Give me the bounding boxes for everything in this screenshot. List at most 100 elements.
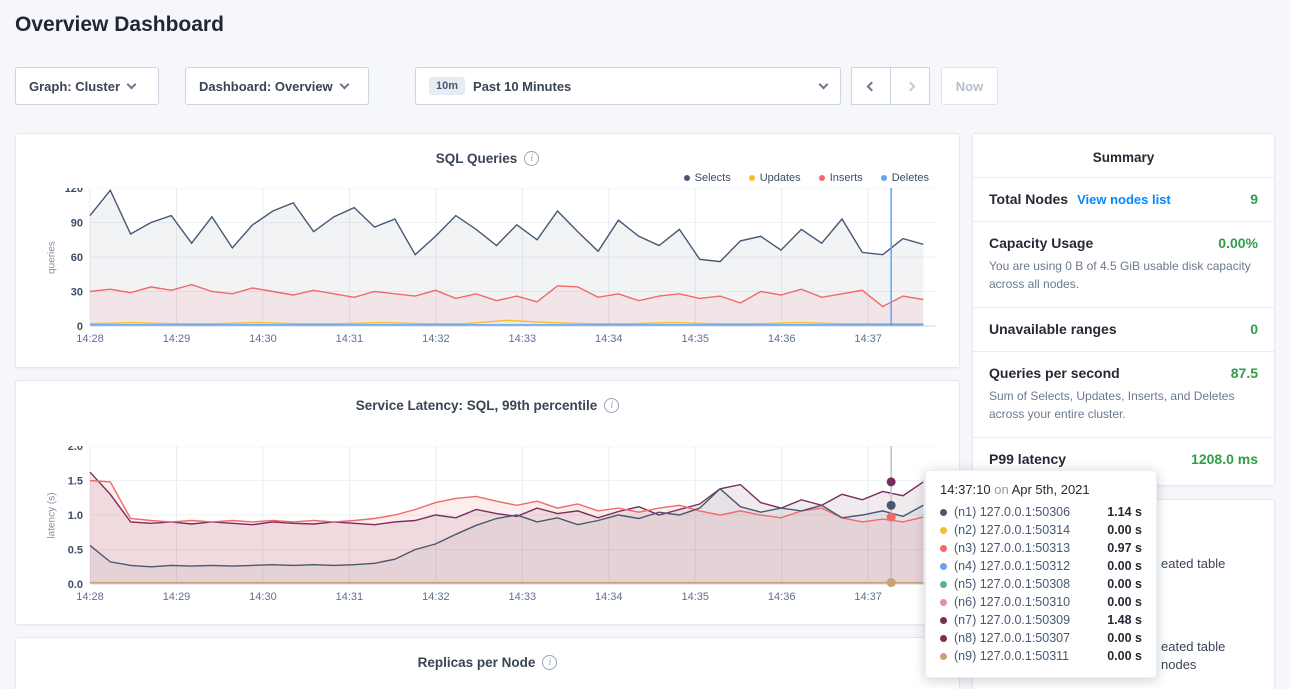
svg-text:14:35: 14:35 [681,591,709,603]
summary-item: Unavailable ranges 0 [973,307,1274,351]
svg-text:14:29: 14:29 [163,333,191,345]
view-nodes-list-link[interactable]: View nodes list [1077,192,1171,207]
node-latency-value: 0.00 s [1107,559,1142,573]
node-address: (n1) 127.0.0.1:50306 [954,505,1070,519]
service-latency-chart[interactable]: 0.00.51.01.52.014:2814:2914:3014:3114:32… [46,446,959,613]
svg-text:60: 60 [71,252,83,264]
controls-bar: Graph: Cluster Dashboard: Overview 10m P… [0,67,1290,107]
svg-text:14:32: 14:32 [422,591,450,603]
node-color-dot-icon [940,617,947,624]
info-icon[interactable]: i [524,151,539,166]
event-item[interactable]: eated table [1161,556,1225,571]
summary-item-label: Queries per second [989,365,1120,381]
legend-label: Deletes [892,172,929,184]
graph-dropdown-label: Graph: Cluster [29,79,120,94]
summary-item-label: Total Nodes [989,191,1068,207]
time-nav-group [851,67,930,105]
svg-text:2.0: 2.0 [68,446,83,453]
info-icon[interactable]: i [542,655,557,670]
svg-text:0: 0 [77,321,83,333]
event-item[interactable]: eated table [1161,639,1225,654]
svg-text:14:33: 14:33 [509,333,537,345]
summary-item-label: Unavailable ranges [989,321,1117,337]
svg-text:14:33: 14:33 [509,591,537,603]
svg-text:14:37: 14:37 [854,333,882,345]
node-color-dot-icon [940,563,947,570]
svg-text:14:30: 14:30 [249,591,277,603]
tooltip-row: (n9) 127.0.0.1:50311 0.00 s [940,647,1142,665]
legend-item[interactable]: Selects [684,172,731,184]
svg-text:14:28: 14:28 [76,591,104,603]
dashboard-dropdown-label: Dashboard: Overview [199,79,333,94]
node-color-dot-icon [940,653,947,660]
node-latency-value: 0.00 s [1107,631,1142,645]
tooltip-row: (n3) 127.0.0.1:50313 0.97 s [940,539,1142,557]
tooltip-row: (n4) 127.0.0.1:50312 0.00 s [940,557,1142,575]
time-range-dropdown[interactable]: 10m Past 10 Minutes [415,67,841,105]
summary-item-value: 1208.0 ms [1191,451,1258,467]
svg-text:30: 30 [71,287,83,299]
summary-item: Total Nodes View nodes list 9 [973,177,1274,221]
sql-queries-title: SQL Queries [436,151,518,166]
summary-item-label: Capacity Usage [989,235,1093,251]
sql-queries-legend: Selects Updates Inserts Deletes [16,168,929,188]
summary-item-value: 87.5 [1231,365,1258,381]
summary-list: Total Nodes View nodes list 9 Capacity U… [973,177,1274,481]
tooltip-timestamp: 14:37:10 on Apr 5th, 2021 [940,482,1142,497]
sql-queries-chart[interactable]: 030609012014:2814:2914:3014:3114:3214:33… [46,188,959,355]
node-latency-value: 0.00 s [1107,577,1142,591]
tooltip-row: (n2) 127.0.0.1:50314 0.00 s [940,521,1142,539]
legend-item[interactable]: Deletes [881,172,929,184]
node-latency-value: 1.48 s [1107,613,1142,627]
svg-text:14:30: 14:30 [249,333,277,345]
svg-text:14:36: 14:36 [768,591,796,603]
dashboard-dropdown[interactable]: Dashboard: Overview [185,67,369,105]
graph-dropdown[interactable]: Graph: Cluster [15,67,159,105]
chart-hover-tooltip: 14:37:10 on Apr 5th, 2021 (n1) 127.0.0.1… [925,470,1157,678]
svg-text:120: 120 [65,188,83,195]
node-color-dot-icon [940,599,947,606]
info-icon[interactable]: i [604,398,619,413]
node-latency-value: 0.00 s [1107,523,1142,537]
legend-label: Updates [760,172,801,184]
now-button[interactable]: Now [941,67,998,105]
svg-text:1.0: 1.0 [68,510,83,522]
legend-dot-icon [819,175,825,181]
summary-item-value: 0 [1250,321,1258,337]
legend-item[interactable]: Updates [749,172,801,184]
node-color-dot-icon [940,509,947,516]
summary-item-description: You are using 0 B of 4.5 GiB usable disk… [989,257,1258,293]
tooltip-row: (n6) 127.0.0.1:50310 0.00 s [940,593,1142,611]
legend-item[interactable]: Inserts [819,172,863,184]
node-address: (n8) 127.0.0.1:50307 [954,631,1070,645]
node-address: (n4) 127.0.0.1:50312 [954,559,1070,573]
summary-item-value: 9 [1250,191,1258,207]
summary-item-label: P99 latency [989,451,1066,467]
service-latency-title: Service Latency: SQL, 99th percentile [356,398,598,413]
page-title: Overview Dashboard [15,13,224,37]
node-color-dot-icon [940,545,947,552]
time-prev-button[interactable] [851,67,891,105]
node-address: (n9) 127.0.0.1:50311 [954,649,1069,663]
node-latency-value: 1.14 s [1107,505,1142,519]
node-color-dot-icon [940,527,947,534]
node-address: (n5) 127.0.0.1:50308 [954,577,1070,591]
time-range-badge: 10m [429,77,465,95]
y-axis-label: latency (s) [47,456,58,576]
chevron-down-icon [127,80,137,90]
summary-item: Queries per second 87.5 Sum of Selects, … [973,351,1274,437]
tooltip-row: (n1) 127.0.0.1:50306 1.14 s [940,503,1142,521]
time-next-button[interactable] [890,67,930,105]
summary-item-value: 0.00% [1218,235,1258,251]
summary-panel: Summary Total Nodes View nodes list 9 Ca… [972,133,1275,486]
chevron-left-icon [866,81,876,91]
svg-text:14:34: 14:34 [595,333,623,345]
charts-column: SQL Queries i Selects Updates Inserts De… [15,133,960,689]
svg-text:90: 90 [71,218,83,230]
event-item[interactable]: nodes [1161,657,1196,672]
node-color-dot-icon [940,635,947,642]
node-latency-value: 0.00 s [1107,595,1142,609]
legend-dot-icon [881,175,887,181]
summary-item: Capacity Usage 0.00% You are using 0 B o… [973,221,1274,307]
svg-text:1.5: 1.5 [68,476,83,488]
